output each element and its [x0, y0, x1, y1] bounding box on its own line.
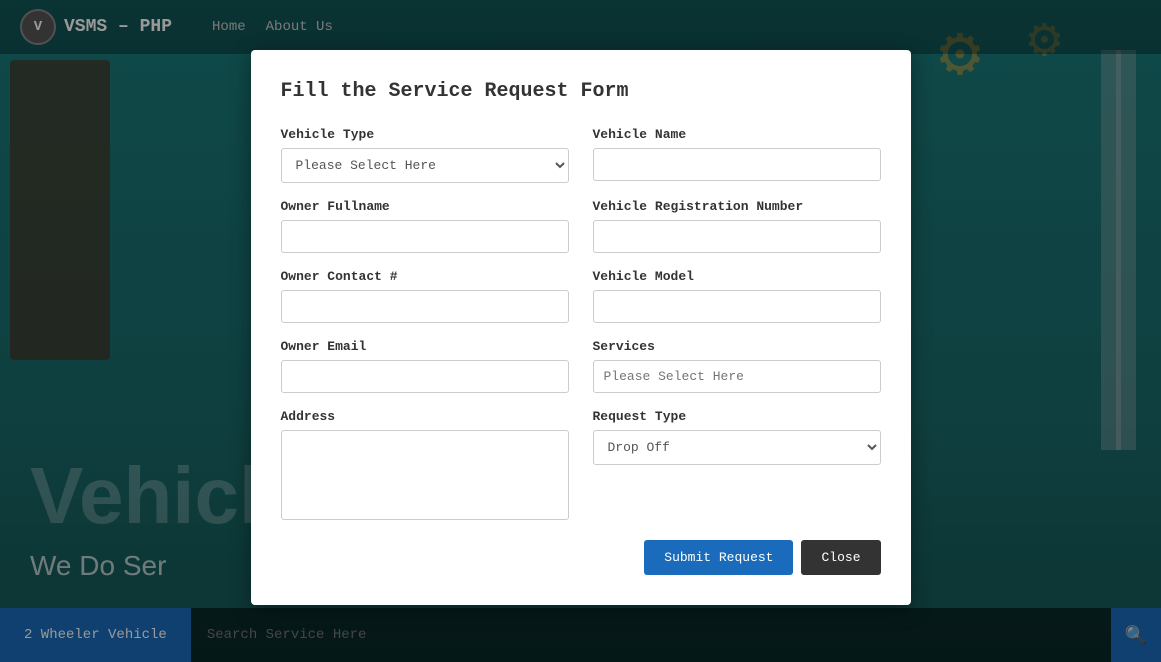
vehicle-name-input[interactable] — [593, 148, 881, 181]
request-type-label: Request Type — [593, 409, 881, 424]
services-input[interactable] — [593, 360, 881, 393]
vehicle-type-group: Vehicle Type Please Select Here 2 Wheele… — [281, 127, 569, 183]
address-group: Address — [281, 409, 569, 520]
address-label: Address — [281, 409, 569, 424]
services-label: Services — [593, 339, 881, 354]
owner-email-input[interactable] — [281, 360, 569, 393]
vehicle-name-group: Vehicle Name — [593, 127, 881, 183]
modal-overlay: Fill the Service Request Form Vehicle Ty… — [0, 0, 1161, 662]
owner-fullname-group: Owner Fullname — [281, 199, 569, 253]
owner-email-group: Owner Email — [281, 339, 569, 393]
request-type-group: Request Type Drop Off Pick Up On-Site — [593, 409, 881, 520]
vehicle-reg-label: Vehicle Registration Number — [593, 199, 881, 214]
submit-request-button[interactable]: Submit Request — [644, 540, 793, 575]
address-textarea[interactable] — [281, 430, 569, 520]
modal: Fill the Service Request Form Vehicle Ty… — [251, 50, 911, 605]
vehicle-type-select[interactable]: Please Select Here 2 Wheeler 4 Wheeler H… — [281, 148, 569, 183]
owner-contact-input[interactable] — [281, 290, 569, 323]
vehicle-type-label: Vehicle Type — [281, 127, 569, 142]
vehicle-model-label: Vehicle Model — [593, 269, 881, 284]
vehicle-model-input[interactable] — [593, 290, 881, 323]
form-actions: Submit Request Close — [281, 540, 881, 575]
services-group: Services — [593, 339, 881, 393]
owner-email-label: Owner Email — [281, 339, 569, 354]
vehicle-name-label: Vehicle Name — [593, 127, 881, 142]
modal-title: Fill the Service Request Form — [281, 80, 881, 103]
form-grid: Vehicle Type Please Select Here 2 Wheele… — [281, 127, 881, 520]
vehicle-model-group: Vehicle Model — [593, 269, 881, 323]
vehicle-reg-group: Vehicle Registration Number — [593, 199, 881, 253]
owner-fullname-label: Owner Fullname — [281, 199, 569, 214]
vehicle-reg-input[interactable] — [593, 220, 881, 253]
owner-contact-label: Owner Contact # — [281, 269, 569, 284]
close-button[interactable]: Close — [801, 540, 880, 575]
request-type-select[interactable]: Drop Off Pick Up On-Site — [593, 430, 881, 465]
owner-contact-group: Owner Contact # — [281, 269, 569, 323]
owner-fullname-input[interactable] — [281, 220, 569, 253]
